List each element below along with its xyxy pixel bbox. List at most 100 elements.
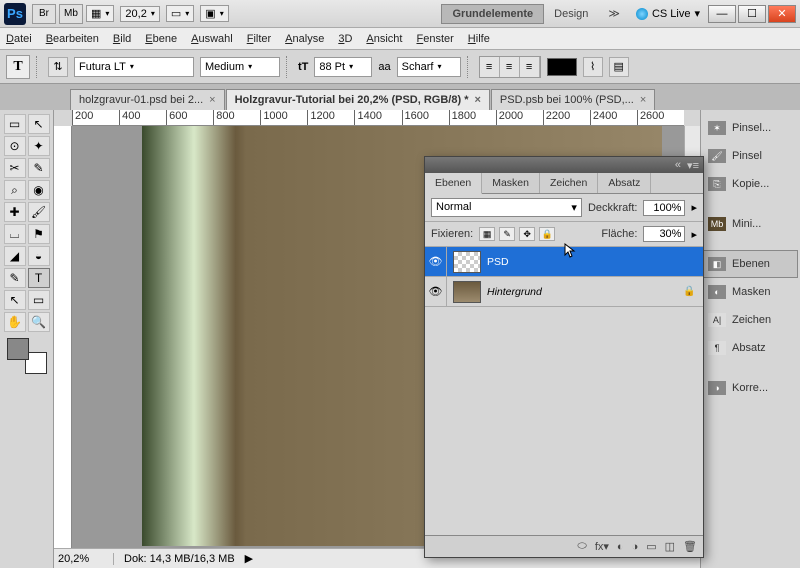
- layer-row[interactable]: 👁 PSD: [425, 247, 703, 277]
- layer-name[interactable]: Hintergrund: [487, 286, 683, 298]
- close-icon[interactable]: ×: [640, 94, 646, 106]
- font-family-dropdown[interactable]: Futura LT▾: [74, 57, 194, 77]
- move-tool[interactable]: ▭: [4, 114, 26, 134]
- eyedropper-tool[interactable]: ✎: [28, 158, 50, 178]
- history-brush-tool[interactable]: 🖌: [28, 202, 50, 222]
- layer-name[interactable]: PSD: [487, 256, 703, 268]
- layer-thumbnail[interactable]: [453, 251, 481, 273]
- shape-tool[interactable]: ▭: [28, 290, 50, 310]
- dock-korrekturen[interactable]: ◑Korre...: [703, 374, 798, 402]
- path-select-tool[interactable]: ↖: [4, 290, 26, 310]
- zoom-dropdown[interactable]: 20,2▾: [120, 6, 159, 22]
- minimize-button[interactable]: —: [708, 5, 736, 23]
- adjustment-button[interactable]: ◑: [632, 541, 639, 553]
- menu-hilfe[interactable]: Hilfe: [468, 33, 490, 45]
- dock-absatz[interactable]: ¶Absatz: [703, 334, 798, 362]
- blur-tool[interactable]: ◢: [4, 246, 26, 266]
- workspace-more[interactable]: ≫: [598, 4, 630, 23]
- dock-kopie[interactable]: ⎘Kopie...: [703, 170, 798, 198]
- pen-tool[interactable]: ✎: [4, 268, 26, 288]
- tool-indicator[interactable]: T: [6, 55, 30, 79]
- menu-bild[interactable]: Bild: [113, 33, 131, 45]
- antialias-dropdown[interactable]: Scharf▾: [397, 57, 461, 77]
- menu-fenster[interactable]: Fenster: [416, 33, 453, 45]
- panel-menu-icon[interactable]: ▾≡: [687, 159, 699, 172]
- dock-pinsel-presets[interactable]: ✶Pinsel...: [703, 114, 798, 142]
- hand-tool[interactable]: ✋: [4, 312, 26, 332]
- close-icon[interactable]: ×: [209, 94, 215, 106]
- tab-zeichen[interactable]: Zeichen: [540, 173, 598, 193]
- menu-analyse[interactable]: Analyse: [285, 33, 324, 45]
- gradient-tool[interactable]: ⚑: [28, 224, 50, 244]
- ruler-vertical[interactable]: [54, 126, 72, 548]
- blend-mode-dropdown[interactable]: Normal▾: [431, 198, 582, 217]
- dock-zeichen[interactable]: A|Zeichen: [703, 306, 798, 334]
- opacity-field[interactable]: 100%: [643, 200, 685, 216]
- marquee-tool[interactable]: ↖: [28, 114, 50, 134]
- menu-auswahl[interactable]: Auswahl: [191, 33, 233, 45]
- font-size-dropdown[interactable]: 88 Pt▾: [314, 57, 372, 77]
- align-left-button[interactable]: ≡: [480, 57, 500, 77]
- opacity-flyout-icon[interactable]: ▸: [691, 201, 697, 214]
- align-right-button[interactable]: ≡: [520, 57, 540, 77]
- healing-tool[interactable]: ⌕: [4, 180, 26, 200]
- arrange-dropdown[interactable]: ▭▾: [166, 5, 194, 22]
- eraser-tool[interactable]: ⌴: [4, 224, 26, 244]
- new-layer-button[interactable]: ◫: [665, 540, 675, 553]
- dock-masken[interactable]: ◐Masken: [703, 278, 798, 306]
- text-orientation-button[interactable]: ⇅: [48, 57, 68, 77]
- menu-bearbeiten[interactable]: Bearbeiten: [46, 33, 99, 45]
- dock-minibridge[interactable]: MbMini...: [703, 210, 798, 238]
- layer-row[interactable]: 👁 Hintergrund 🔒: [425, 277, 703, 307]
- warp-text-button[interactable]: ⌇: [583, 57, 603, 77]
- lock-pixels-button[interactable]: ✎: [499, 227, 515, 241]
- lock-position-button[interactable]: ✥: [519, 227, 535, 241]
- visibility-toggle[interactable]: 👁: [425, 277, 447, 306]
- panel-titlebar[interactable]: « ▾≡: [425, 157, 703, 173]
- bridge-button[interactable]: Br: [32, 4, 56, 24]
- font-style-dropdown[interactable]: Medium▾: [200, 57, 280, 77]
- group-button[interactable]: ▭: [646, 540, 656, 553]
- crop-tool[interactable]: ✂: [4, 158, 26, 178]
- menu-ebene[interactable]: Ebene: [145, 33, 177, 45]
- cs-live-button[interactable]: CS Live ▾: [630, 7, 706, 20]
- view-extras-dropdown[interactable]: ▦▾: [86, 5, 114, 22]
- doc-tab-2[interactable]: Holzgravur-Tutorial bei 20,2% (PSD, RGB/…: [226, 89, 490, 110]
- wand-tool[interactable]: ✦: [28, 136, 50, 156]
- doc-tab-3[interactable]: PSD.psb bei 100% (PSD,...×: [491, 89, 655, 110]
- brush-tool[interactable]: ◉: [28, 180, 50, 200]
- zoom-field[interactable]: 20,2%: [54, 553, 114, 565]
- stamp-tool[interactable]: ✚: [4, 202, 26, 222]
- text-color-swatch[interactable]: [547, 58, 577, 76]
- menu-filter[interactable]: Filter: [247, 33, 271, 45]
- doc-info[interactable]: Dok: 14,3 MB/16,3 MB: [114, 553, 245, 565]
- maximize-button[interactable]: ☐: [738, 5, 766, 23]
- visibility-toggle[interactable]: 👁: [425, 247, 447, 276]
- foreground-color[interactable]: [7, 338, 29, 360]
- menu-datei[interactable]: Datei: [6, 33, 32, 45]
- tab-absatz[interactable]: Absatz: [598, 173, 651, 193]
- lock-all-button[interactable]: 🔒: [539, 227, 555, 241]
- tab-ebenen[interactable]: Ebenen: [425, 173, 482, 194]
- character-panel-button[interactable]: ▤: [609, 57, 629, 77]
- color-swatches[interactable]: [7, 338, 47, 374]
- link-layers-button[interactable]: ⬭: [577, 540, 586, 553]
- close-icon[interactable]: ×: [474, 94, 480, 106]
- type-tool[interactable]: T: [28, 268, 50, 288]
- workspace-design[interactable]: Design: [544, 5, 598, 23]
- dock-pinsel[interactable]: 🖌Pinsel: [703, 142, 798, 170]
- dock-ebenen[interactable]: ◧Ebenen: [703, 250, 798, 278]
- fill-field[interactable]: 30%: [643, 226, 685, 242]
- delete-layer-button[interactable]: 🗑: [683, 540, 697, 553]
- lasso-tool[interactable]: ⊙: [4, 136, 26, 156]
- menu-ansicht[interactable]: Ansicht: [366, 33, 402, 45]
- lock-transparent-button[interactable]: ▦: [479, 227, 495, 241]
- layer-thumbnail[interactable]: [453, 281, 481, 303]
- ruler-horizontal[interactable]: 2004006008001000120014001600180020002200…: [72, 110, 684, 126]
- collapse-icon[interactable]: «: [675, 159, 681, 171]
- dodge-tool[interactable]: ◒: [28, 246, 50, 266]
- status-arrow-icon[interactable]: ▶: [245, 552, 253, 565]
- fx-button[interactable]: fx▾: [595, 540, 609, 553]
- minibridge-button[interactable]: Mb: [59, 4, 83, 24]
- fill-flyout-icon[interactable]: ▸: [691, 228, 697, 241]
